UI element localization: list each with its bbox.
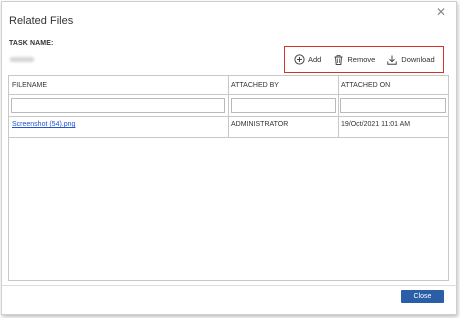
close-icon[interactable]: ✕	[434, 5, 448, 19]
task-name-value	[10, 57, 34, 62]
download-icon	[387, 55, 397, 65]
trash-icon	[334, 54, 343, 65]
footer-divider	[2, 285, 458, 286]
task-name-label: TASK NAME:	[9, 40, 54, 47]
filter-row-divider	[9, 116, 448, 117]
column-divider	[338, 76, 339, 138]
column-header-attached-by[interactable]: ATTACHED BY	[228, 76, 338, 95]
download-label: Download	[401, 55, 435, 64]
attached-by-cell: ADMINISTRATOR	[231, 121, 289, 128]
dialog-title: Related Files	[9, 15, 74, 27]
attached-on-filter-input[interactable]	[340, 98, 446, 113]
row-divider	[9, 137, 448, 138]
close-button[interactable]: Close	[401, 290, 444, 303]
filename-link[interactable]: Screenshot (54).png	[12, 121, 75, 128]
attached-on-cell: 19/Oct/2021 11:01 AM	[341, 121, 411, 128]
download-button[interactable]: Download	[387, 55, 435, 65]
column-divider	[228, 76, 229, 138]
add-circle-icon	[294, 54, 305, 65]
related-files-dialog: Related Files ✕ TASK NAME: Add Remove Do…	[1, 1, 458, 315]
file-toolbar: Add Remove Download	[284, 46, 444, 73]
remove-label: Remove	[347, 55, 376, 64]
filename-filter-input[interactable]	[11, 98, 225, 113]
column-header-attached-on[interactable]: ATTACHED ON	[338, 76, 448, 95]
add-label: Add	[308, 55, 322, 64]
attached-by-filter-input[interactable]	[231, 98, 336, 113]
add-button[interactable]: Add	[294, 54, 321, 65]
remove-button[interactable]: Remove	[334, 54, 376, 65]
column-header-filename[interactable]: FILENAME	[9, 76, 228, 95]
files-grid: FILENAME ATTACHED BY ATTACHED ON Screens…	[8, 75, 449, 281]
